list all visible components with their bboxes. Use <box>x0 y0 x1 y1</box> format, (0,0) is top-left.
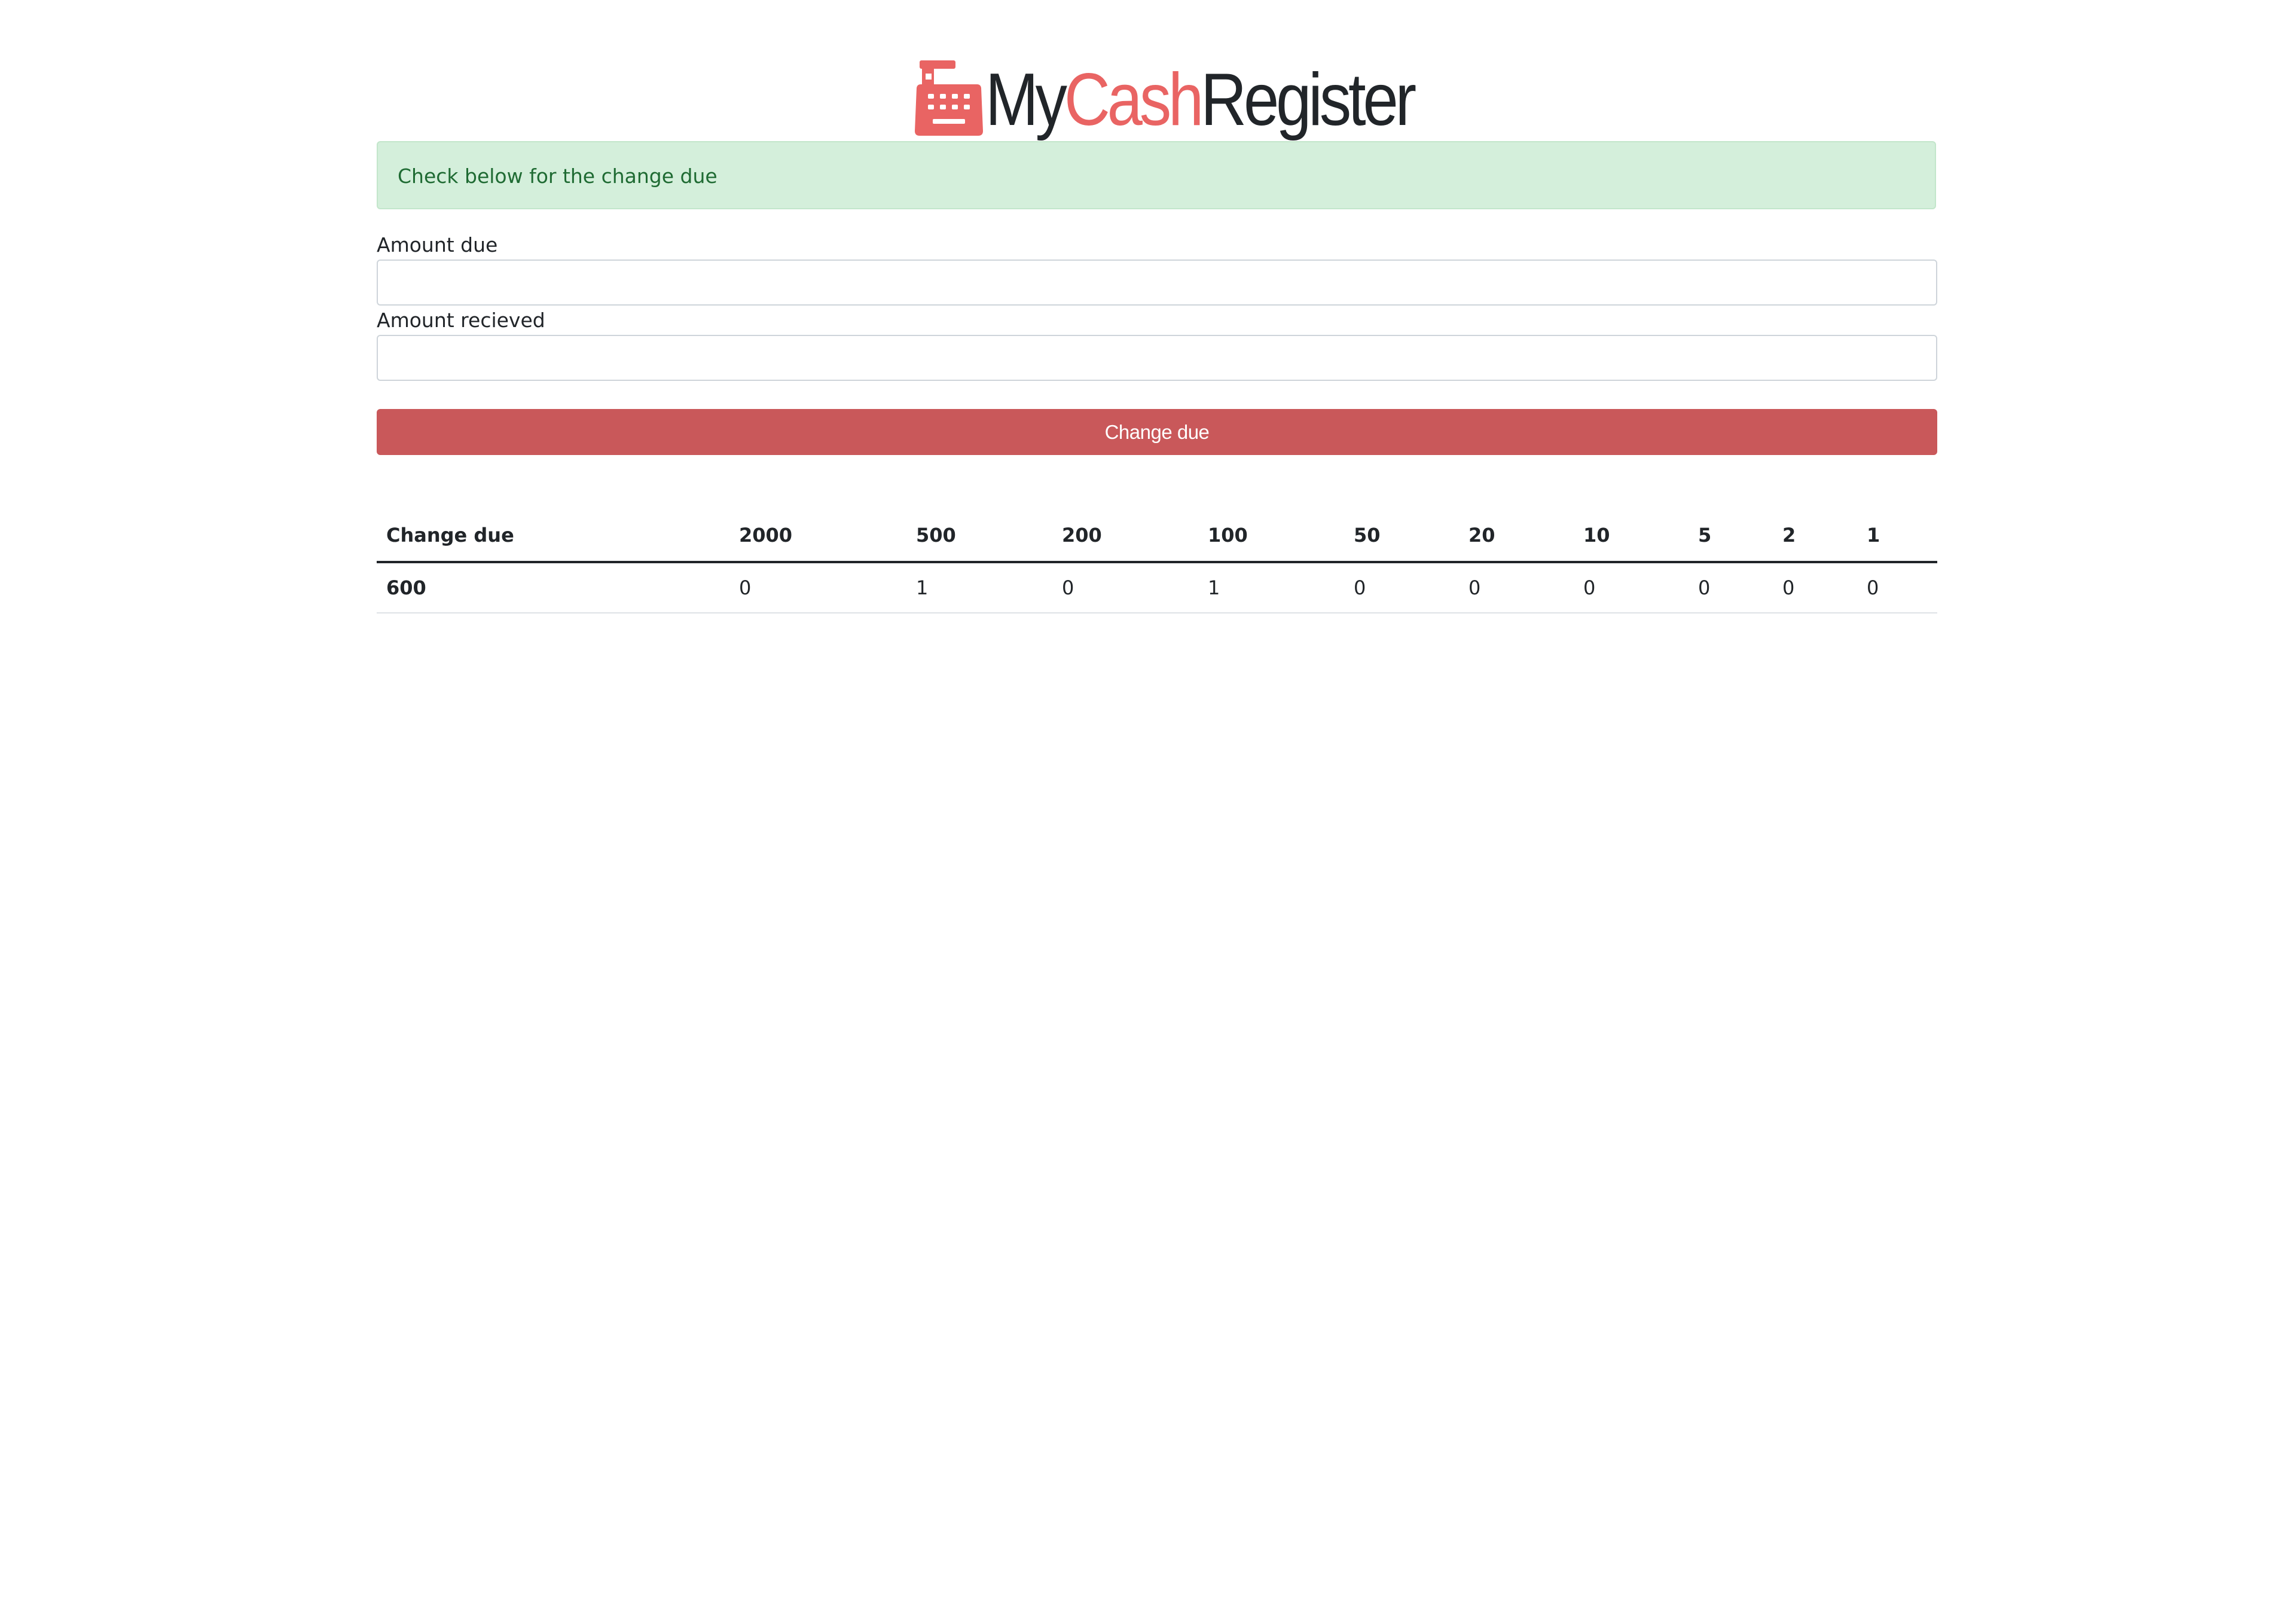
cell-5: 0 <box>1689 562 1773 613</box>
header-1: 1 <box>1857 509 1937 563</box>
header-change-due: Change due <box>377 509 729 563</box>
cell-50: 0 <box>1344 562 1459 613</box>
cell-1: 0 <box>1857 562 1937 613</box>
header-2000: 2000 <box>729 509 906 563</box>
header-50: 50 <box>1344 509 1459 563</box>
header-20: 20 <box>1459 509 1574 563</box>
cell-change-due: 600 <box>377 562 729 613</box>
header-200: 200 <box>1052 509 1198 563</box>
header-2: 2 <box>1773 509 1857 563</box>
brand-wordmark: MyCashRegister <box>985 63 1416 137</box>
cell-2: 0 <box>1773 562 1857 613</box>
cash-register-icon <box>914 60 983 136</box>
brand-text-register: Register <box>1200 59 1416 141</box>
cell-100: 1 <box>1198 562 1344 613</box>
table-header-row: Change due 2000 500 200 100 50 20 10 5 2… <box>377 509 1937 563</box>
header-500: 500 <box>906 509 1052 563</box>
brand-logo: MyCashRegister <box>377 55 1937 145</box>
brand-text-my: My <box>985 59 1067 141</box>
cell-10: 0 <box>1574 562 1689 613</box>
cell-200: 0 <box>1052 562 1198 613</box>
cell-20: 0 <box>1459 562 1574 613</box>
change-table: Change due 2000 500 200 100 50 20 10 5 2… <box>377 509 1937 613</box>
header-100: 100 <box>1198 509 1344 563</box>
table-row: 600 0 1 0 1 0 0 0 0 0 0 <box>377 562 1937 613</box>
header-5: 5 <box>1689 509 1773 563</box>
amount-due-input[interactable] <box>377 260 1937 306</box>
header-10: 10 <box>1574 509 1689 563</box>
cell-500: 1 <box>906 562 1052 613</box>
success-alert: Check below for the change due <box>377 141 1936 209</box>
cell-2000: 0 <box>729 562 906 613</box>
amount-due-label: Amount due <box>377 233 498 257</box>
amount-received-label: Amount recieved <box>377 309 545 332</box>
change-due-button[interactable]: Change due <box>377 409 1937 455</box>
brand-text-cash: Cash <box>1064 59 1204 141</box>
amount-received-input[interactable] <box>377 335 1937 381</box>
